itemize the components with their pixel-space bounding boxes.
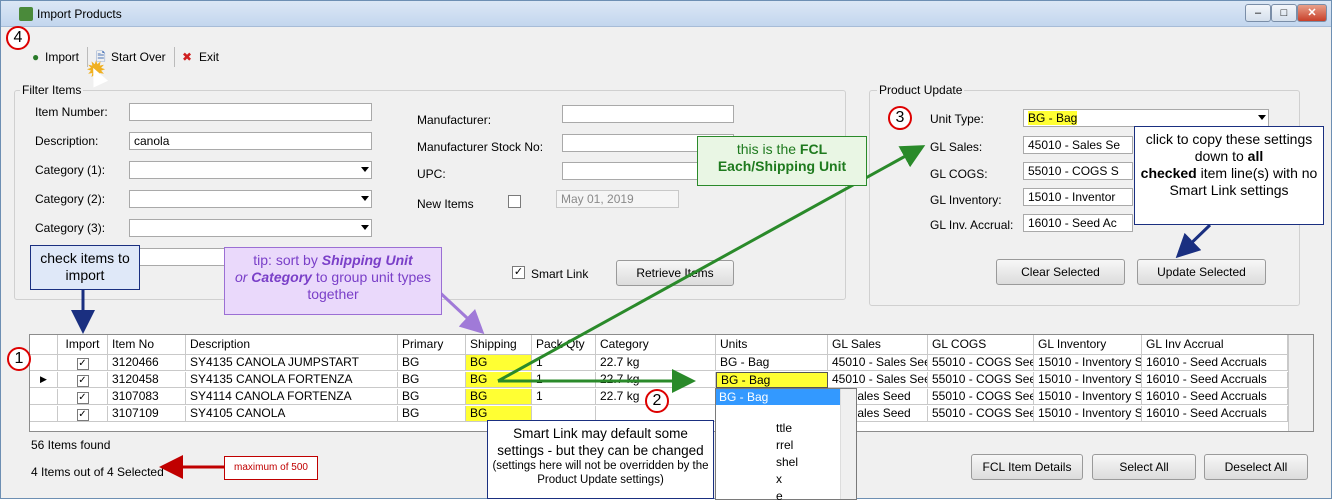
smart-link-sub: (settings here will not be overridden by… — [492, 460, 709, 486]
tip-text: tip: sort by — [253, 252, 322, 268]
tip-shipping: Shipping Unit — [321, 252, 413, 268]
copy-text: click to copy these settings down to — [1145, 131, 1313, 164]
tip-category: Category — [251, 269, 312, 285]
copy-checked: checked — [1140, 165, 1197, 181]
tip-callout: tip: sort by Shipping Unit or Category to… — [224, 247, 442, 315]
tip-text-end: to group unit types together — [307, 269, 432, 302]
max-callout: maximum of 500 — [224, 456, 318, 480]
tip-or: or — [234, 269, 252, 285]
step-1-badge: 1 — [7, 347, 31, 371]
fcl-text: this is the — [736, 141, 800, 157]
step-2-badge: 2 — [645, 389, 669, 413]
smart-link-main: Smart Link may default some settings - b… — [497, 426, 704, 458]
arrow-to-update — [1175, 223, 1212, 259]
fcl-bold: FCL — [799, 141, 828, 157]
smart-link-callout: Smart Link may default some settings - b… — [487, 420, 714, 499]
copy-settings-callout: click to copy these settings down to all… — [1134, 126, 1324, 225]
fcl-bold2: Each/Shipping Unit — [717, 158, 847, 174]
step-4-badge: 4 — [6, 26, 30, 50]
step-3-badge: 3 — [888, 106, 912, 130]
fcl-callout: this is the FCL Each/Shipping Unit — [697, 136, 867, 186]
check-items-callout: check items to import — [30, 245, 140, 290]
copy-all: all — [1247, 148, 1264, 164]
